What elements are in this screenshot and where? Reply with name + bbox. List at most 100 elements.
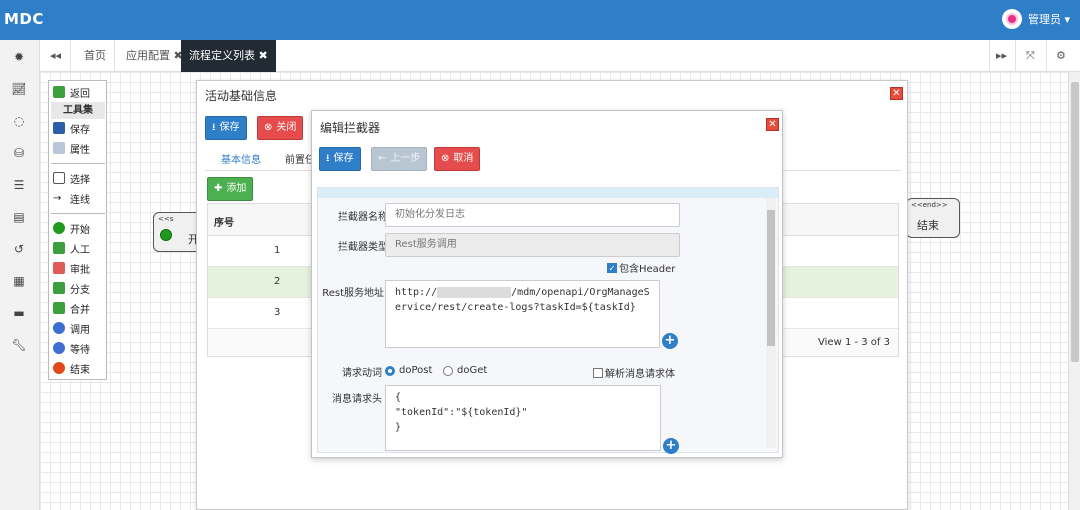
cursor-icon (53, 172, 65, 184)
form-scrollbar[interactable] (766, 198, 776, 448)
interceptor-type-select[interactable]: Rest服务调用 (385, 233, 680, 257)
app-logo: MDC (4, 10, 44, 28)
tool-end[interactable]: 结束 (53, 359, 90, 377)
wait-clock-icon (53, 342, 65, 354)
top-bar: MDC 管理员 ▾ (0, 0, 1080, 40)
tab-basic-info[interactable]: 基本信息 (221, 151, 261, 166)
approval-icon (53, 262, 65, 274)
location-pin-icon (1005, 13, 1018, 25)
tool-save[interactable]: 保存 (53, 119, 90, 137)
cancel-circle-icon: ⊗ (264, 122, 273, 133)
fullscreen-icon[interactable]: ⤧ (1026, 40, 1035, 72)
radio-off-icon (443, 365, 453, 376)
save-icon: ⭳ (212, 122, 216, 133)
tool-select[interactable]: 选择 (53, 169, 90, 187)
tab-bar: ◂◂ 首页 应用配置 ✖ 流程定义列表 ✖ ▸▸ ⤧ ⚙ (40, 40, 1080, 72)
plus-icon: ✚ (214, 183, 223, 194)
headers-label: 消息请求头 (332, 394, 382, 405)
tool-invoke[interactable]: 调用 (53, 319, 90, 337)
history-icon[interactable]: ↺ (10, 240, 28, 258)
wrench-icon[interactable]: 🔧︎ (10, 336, 28, 354)
merge-icon (53, 302, 65, 314)
dialog-title: 编辑拦截器 (320, 121, 381, 135)
properties-icon (53, 142, 65, 154)
save-icon: ⭳ (326, 153, 330, 164)
tab-app-config[interactable]: 应用配置 ✖ (126, 40, 183, 72)
name-label: 拦截器名称 (338, 212, 388, 223)
radio-doget[interactable]: doGet (443, 365, 487, 376)
col-seq: 序号 (214, 218, 234, 229)
rest-url-textarea[interactable]: http:///mdm/openapi/OrgManageService/res… (385, 280, 660, 348)
list-icon[interactable]: ☰ (10, 176, 28, 194)
tool-manual[interactable]: 人工 (53, 239, 90, 257)
invoke-gear-icon (53, 322, 65, 334)
activity-close-button[interactable]: ⊗ 关闭 (257, 116, 304, 140)
radio-dopost[interactable]: doPost (385, 365, 432, 376)
user-name[interactable]: 管理员 ▾ (1028, 11, 1070, 27)
tool-start[interactable]: 开始 (53, 219, 90, 237)
avatar[interactable] (1001, 9, 1022, 29)
radio-on-icon (385, 365, 395, 376)
node-type-tag: <<s (158, 215, 174, 223)
tool-back[interactable]: 返回 (53, 83, 90, 101)
start-dot-icon (160, 229, 172, 241)
headers-textarea[interactable]: { "tokenId":"${tokenId}" } (385, 385, 661, 451)
tool-wait[interactable]: 等待 (53, 339, 90, 357)
end-circle-icon (53, 362, 65, 374)
film-icon[interactable]: ▦ (10, 272, 28, 290)
checkbox-icon (593, 367, 603, 378)
redacted-host (437, 286, 512, 298)
node-type-tag: <<end>> (911, 201, 948, 209)
close-icon[interactable]: ✕ (890, 87, 903, 100)
activity-save-button[interactable]: ⭳ 保存 (205, 116, 247, 140)
arrow-left-icon: ← (378, 153, 387, 164)
tool-approve[interactable]: 审批 (53, 259, 90, 277)
start-circle-icon (53, 222, 65, 234)
person-icon (53, 242, 65, 254)
line-chart-icon[interactable]: 📈︎ (10, 80, 28, 98)
method-label: 请求动词 (342, 368, 382, 379)
tab-flow-list[interactable]: 流程定义列表 ✖ (181, 40, 276, 72)
parse-body-checkbox[interactable]: 解析消息请求体 (593, 365, 675, 380)
tool-props[interactable]: 属性 (53, 139, 90, 157)
flow-node-end[interactable]: <<end>> 结束 (906, 198, 960, 238)
gear-icon[interactable]: ✹ (10, 48, 28, 66)
page-scrollbar[interactable] (1068, 72, 1080, 510)
add-button[interactable]: ✚ 添加 (207, 177, 254, 201)
list-alt-icon[interactable]: ▤ (10, 208, 28, 226)
settings-icon[interactable]: ⚙ (1056, 40, 1066, 72)
arrow-right-icon: → (53, 192, 62, 204)
url-label: Rest服务地址 (322, 288, 384, 299)
tabs-scroll-right-icon[interactable]: ▸▸ (996, 40, 1007, 72)
user-menu[interactable]: 管理员 ▾ (1001, 9, 1070, 29)
add-header-icon[interactable]: + (663, 438, 679, 454)
tab-home[interactable]: 首页 (84, 40, 106, 72)
interceptor-save-button[interactable]: ⭳ 保存 (319, 147, 361, 171)
left-icon-sidebar: ✹ 📈︎ ◌ ⛁ ☰ ▤ ↺ ▦ ▬ 🔧︎ (0, 40, 40, 510)
tool-connect[interactable]: → 连线 (53, 189, 90, 207)
spinner-icon[interactable]: ◌ (10, 112, 28, 130)
checkbox-icon: ✓ (607, 262, 617, 273)
prev-step-button[interactable]: ← 上一步 (371, 147, 428, 171)
interceptor-form: 拦截器名称 初始化分发日志 拦截器类型 Rest服务调用 ✓ 包含Header R… (317, 187, 779, 454)
node-label: 结束 (917, 219, 939, 232)
back-arrow-icon (53, 86, 65, 98)
interceptor-dialog: 编辑拦截器 ✕ ⭳ 保存 ← 上一步 ⊗ 取消 拦截器名称 初始化分发日志 拦截器类型… (311, 110, 783, 458)
tabs-scroll-left-icon[interactable]: ◂◂ (50, 40, 61, 72)
archive-icon[interactable]: ▬ (10, 304, 28, 322)
pager-text: View 1 - 3 of 3 (818, 337, 890, 348)
branch-icon (53, 282, 65, 294)
dialog-title: 活动基础信息 (205, 89, 278, 103)
add-url-param-icon[interactable]: + (662, 333, 678, 349)
toolbox-panel: 返回 工具集 保存 属性 选择 → 连线 开始 人工 审批 分支 合并 调用 等待… (48, 80, 107, 380)
interceptor-name-input[interactable]: 初始化分发日志 (385, 203, 680, 227)
toolbox-title: 工具集 (51, 102, 105, 119)
cancel-circle-icon: ⊗ (441, 153, 450, 164)
close-icon[interactable]: ✕ (766, 118, 779, 131)
database-icon[interactable]: ⛁ (10, 144, 28, 162)
type-label: 拦截器类型 (338, 242, 388, 253)
tool-merge[interactable]: 合并 (53, 299, 90, 317)
tool-branch[interactable]: 分支 (53, 279, 90, 297)
cancel-button[interactable]: ⊗ 取消 (434, 147, 481, 171)
include-header-checkbox[interactable]: ✓ 包含Header (607, 260, 675, 275)
